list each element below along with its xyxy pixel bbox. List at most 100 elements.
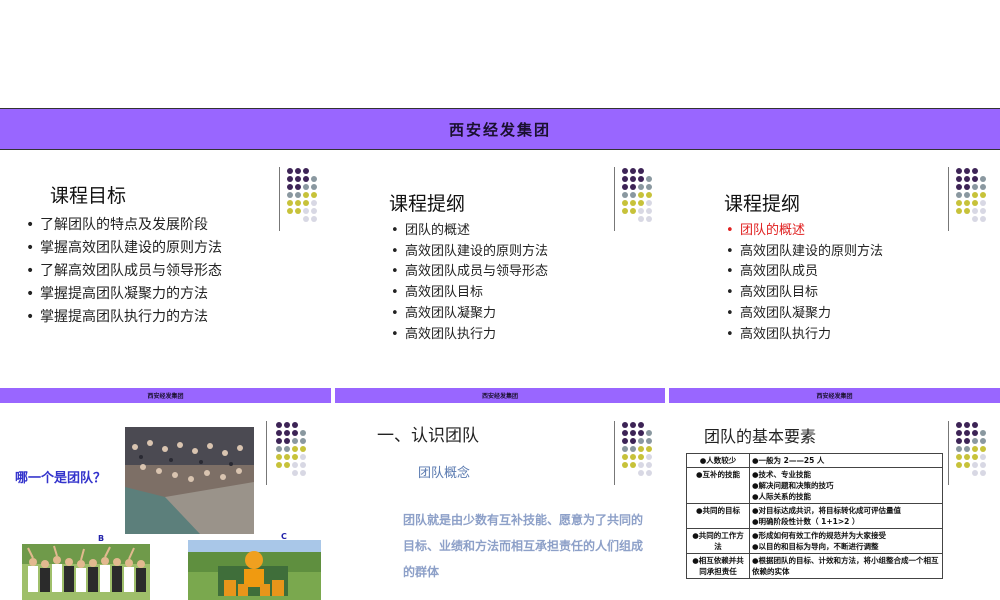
decorative-dot xyxy=(276,470,282,476)
human-pyramid-photo xyxy=(188,540,321,600)
dot-pattern-decoration xyxy=(622,422,653,477)
slide-which-is-team[interactable]: 哪一个是团队？ B C xyxy=(0,407,331,600)
list-item: 了解团队的特点及发展阶段 xyxy=(26,214,222,237)
decorative-dot xyxy=(646,430,652,436)
list-item: 高效团队执行力 xyxy=(726,325,883,346)
list-item: 掌握提高团队执行力的方法 xyxy=(26,306,222,329)
decorative-dot xyxy=(972,200,978,206)
decorative-dot xyxy=(980,430,986,436)
decorative-dot xyxy=(295,192,301,198)
slide-know-team[interactable]: 一、认识团队 团队概念 团队就是由少数有互补技能、愿意为了共同的目标、业绩和方法… xyxy=(335,407,665,600)
decorative-dot xyxy=(622,168,628,174)
decorative-dot xyxy=(956,446,962,452)
divider-line xyxy=(948,421,949,485)
decorative-dot xyxy=(295,184,301,190)
dot-pattern-decoration xyxy=(956,422,987,477)
decorative-dot xyxy=(972,462,978,468)
decorative-dot xyxy=(630,216,636,222)
table-row: ●互补的技能 ●技术、专业技能 ●解决问题和决策的技巧 ●人际关系的技能 xyxy=(686,467,943,504)
decorative-dot xyxy=(630,208,636,214)
decorative-dot xyxy=(292,438,298,444)
decorative-dot xyxy=(303,192,309,198)
decorative-dot xyxy=(638,422,644,428)
decorative-dot xyxy=(638,454,644,460)
detail-line: ●明确阶段性计数（ 1+1>2 ） xyxy=(752,517,860,526)
decorative-dot xyxy=(292,470,298,476)
decorative-dot xyxy=(646,454,652,460)
dot-pattern-decoration xyxy=(276,422,307,477)
slide-title: 课程提纲 xyxy=(389,193,466,215)
decorative-dot xyxy=(646,168,652,174)
decorative-dot xyxy=(638,176,644,182)
decorative-dot xyxy=(980,216,986,222)
decorative-dot xyxy=(638,184,644,190)
decorative-dot xyxy=(980,422,986,428)
decorative-dot xyxy=(300,422,306,428)
decorative-dot xyxy=(956,422,962,428)
element-cell: ●共同的目标 xyxy=(686,503,750,529)
slide-team-elements[interactable]: 团队的基本要素 ●人数较少 ●一般为 2——25 人 ●互补的技能 ●技术、专业… xyxy=(669,407,1000,600)
slide-footer: 西安经发集团 xyxy=(669,388,1000,403)
table-row: ●人数较少 ●一般为 2——25 人 xyxy=(686,453,943,468)
decorative-dot xyxy=(300,454,306,460)
slide-course-objectives[interactable]: 课程目标 了解团队的特点及发展阶段 掌握高效团队建设的原则方法 了解高效团队成员… xyxy=(0,153,331,403)
decorative-dot xyxy=(956,208,962,214)
decorative-dot xyxy=(311,168,317,174)
decorative-dot xyxy=(646,470,652,476)
decorative-dot xyxy=(646,216,652,222)
decorative-dot xyxy=(622,208,628,214)
decorative-dot xyxy=(646,438,652,444)
list-item: 掌握高效团队建设的原则方法 xyxy=(26,237,222,260)
list-item: 高效团队凝聚力 xyxy=(726,304,883,325)
dot-pattern-decoration xyxy=(622,168,653,223)
decorative-dot xyxy=(284,470,290,476)
divider-line xyxy=(614,167,615,231)
decorative-dot xyxy=(980,200,986,206)
detail-line: ●技术、专业技能 xyxy=(752,470,812,479)
table-row: ●共同的工作方法 ●形成如何有效工作的规范并为大家接受 ●以目的和目标为导向，不… xyxy=(686,528,943,554)
decorative-dot xyxy=(980,454,986,460)
decorative-dot xyxy=(638,192,644,198)
decorative-dot xyxy=(972,454,978,460)
decorative-dot xyxy=(622,462,628,468)
decorative-dot xyxy=(980,176,986,182)
slide-course-outline[interactable]: 课程提纲 团队的概述 高效团队建设的原则方法 高效团队成员与领导形态 高效团队目… xyxy=(335,153,665,403)
decorative-dot xyxy=(646,192,652,198)
detail-cell: ●对目标达成共识，将目标转化成可评估量值 ●明确阶段性计数（ 1+1>2 ） xyxy=(749,503,943,529)
header-banner: 西安经发集团 xyxy=(0,108,1000,150)
decorative-dot xyxy=(300,430,306,436)
decorative-dot xyxy=(646,184,652,190)
slide-title: 团队的基本要素 xyxy=(704,427,817,446)
decorative-dot xyxy=(622,422,628,428)
decorative-dot xyxy=(980,208,986,214)
decorative-dot xyxy=(276,462,282,468)
decorative-dot xyxy=(972,446,978,452)
decorative-dot xyxy=(287,216,293,222)
decorative-dot xyxy=(980,462,986,468)
decorative-dot xyxy=(964,200,970,206)
decorative-dot xyxy=(630,438,636,444)
objectives-list: 了解团队的特点及发展阶段 掌握高效团队建设的原则方法 了解高效团队成员与领导形态… xyxy=(26,214,222,329)
dot-pattern-decoration xyxy=(287,168,318,223)
decorative-dot xyxy=(956,430,962,436)
decorative-dot xyxy=(292,454,298,460)
decorative-dot xyxy=(646,446,652,452)
list-item: 高效团队成员与领导形态 xyxy=(391,262,548,283)
decorative-dot xyxy=(300,438,306,444)
decorative-dot xyxy=(287,168,293,174)
decorative-dot xyxy=(622,446,628,452)
decorative-dot xyxy=(300,470,306,476)
decorative-dot xyxy=(638,430,644,436)
slide-course-outline-highlighted[interactable]: 课程提纲 团队的概述 高效团队建设的原则方法 高效团队成员 高效团队目标 高效团… xyxy=(669,153,1000,403)
crowd-photo xyxy=(125,427,254,534)
decorative-dot xyxy=(311,208,317,214)
decorative-dot xyxy=(303,216,309,222)
decorative-dot xyxy=(964,430,970,436)
detail-line: ●人际关系的技能 xyxy=(752,492,812,501)
decorative-dot xyxy=(311,176,317,182)
slide-footer: 西安经发集团 xyxy=(0,388,331,403)
decorative-dot xyxy=(638,216,644,222)
decorative-dot xyxy=(956,470,962,476)
table-row: ●相互依赖并共同承担责任 ●根据团队的目标、计效和方法，将小组整合成一个相互依赖… xyxy=(686,553,943,579)
decorative-dot xyxy=(964,208,970,214)
